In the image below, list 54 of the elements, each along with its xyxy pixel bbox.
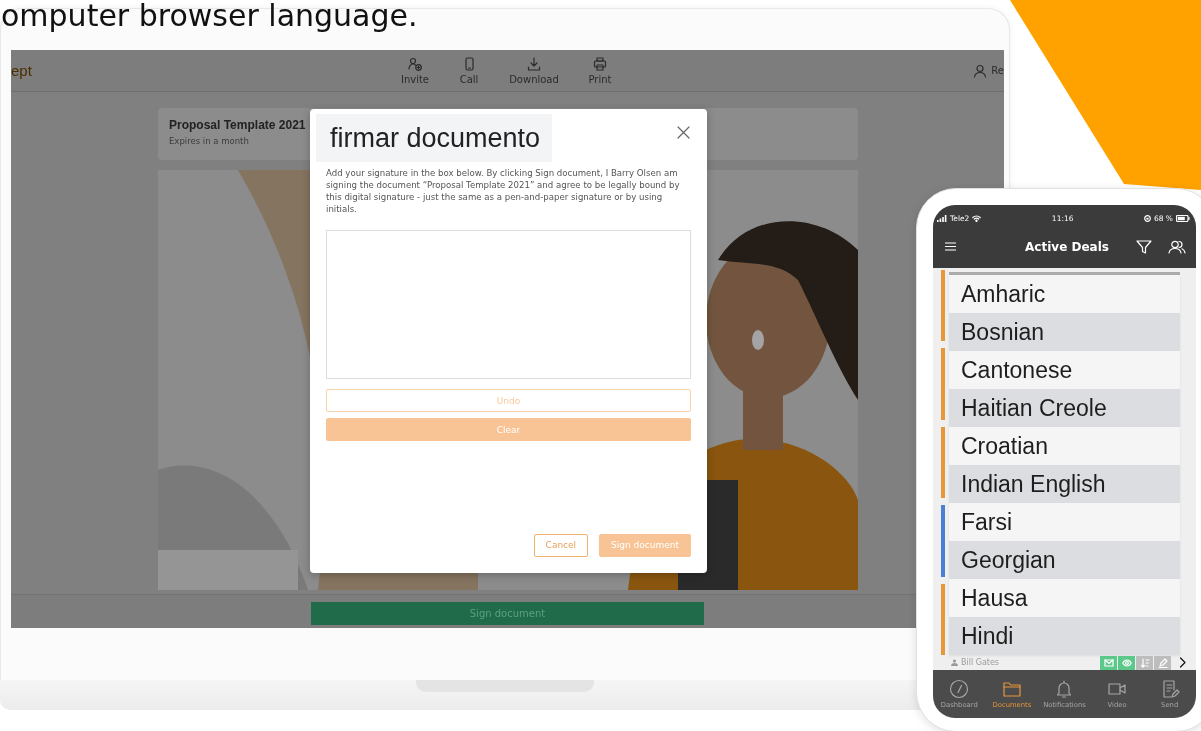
cancel-button[interactable]: Cancel (533, 534, 589, 557)
headline: omputer browser language. (1, 0, 418, 35)
mail-icon (1103, 657, 1114, 668)
print-icon (593, 56, 607, 71)
language-option[interactable]: Amharic (949, 275, 1180, 313)
contacts-button[interactable] (1168, 239, 1186, 254)
menu-icon (945, 242, 956, 251)
language-option[interactable]: Hindi (949, 617, 1180, 655)
print-button[interactable]: Print (572, 50, 628, 91)
signal-icon (937, 215, 947, 222)
account-label[interactable]: Re (991, 65, 1004, 76)
language-option[interactable]: Hausa (949, 579, 1180, 617)
action-chip[interactable] (1118, 655, 1135, 670)
pen-icon (1157, 657, 1168, 668)
rotation-lock-icon (1143, 215, 1151, 222)
person-add-icon (408, 56, 422, 71)
language-option[interactable]: Haitian Creole (949, 389, 1180, 427)
sign-document-button[interactable]: Sign document (311, 602, 704, 625)
language-option[interactable]: Croatian (949, 427, 1180, 465)
document-title: Proposal Template 2021 (169, 118, 307, 132)
action-chip[interactable] (1136, 655, 1153, 670)
sort-icon (1139, 657, 1150, 668)
contact-name: Bill Gates (961, 658, 1000, 667)
contact-icon (951, 659, 958, 666)
filter-icon (1136, 239, 1152, 254)
signature-pad[interactable] (326, 230, 691, 380)
consent-text: Add your signature in the box below. By clicking Sign document, I Barry Olsen am signing the document “Proposal Template 2021” and agree to be legally bound by this digital signature - just the same as a pen-and-paper signature or by using initials. (326, 167, 681, 216)
language-option[interactable]: Bosnian (949, 313, 1180, 351)
people-icon (1168, 239, 1186, 254)
language-option[interactable]: Indian English (949, 465, 1180, 503)
logo: ept (11, 62, 33, 79)
download-icon (527, 56, 541, 71)
action-chip[interactable] (1154, 655, 1171, 670)
compass-icon (949, 679, 970, 699)
language-option[interactable]: Cantonese (949, 351, 1180, 389)
close-button[interactable] (677, 126, 690, 139)
download-button[interactable]: Download (496, 50, 572, 91)
dialog-title: firmar documento (316, 114, 553, 162)
language-option[interactable]: Farsi (949, 503, 1180, 541)
chevron-right-icon (1179, 657, 1186, 668)
folder-icon (1001, 679, 1022, 699)
close-icon (677, 126, 690, 139)
phone-icon (462, 56, 476, 71)
wifi-icon (972, 215, 982, 222)
menu-button[interactable] (945, 242, 956, 251)
invite-button[interactable]: Invite (388, 50, 442, 91)
filter-button[interactable] (1136, 239, 1152, 254)
action-chip[interactable] (1100, 655, 1117, 670)
battery-icon (1176, 215, 1190, 222)
language-option[interactable]: Georgian (949, 541, 1180, 579)
user-icon (973, 63, 988, 78)
eye-icon (1121, 657, 1132, 668)
call-button[interactable]: Call (442, 50, 496, 91)
screen-title: Active Deals (1024, 239, 1109, 254)
